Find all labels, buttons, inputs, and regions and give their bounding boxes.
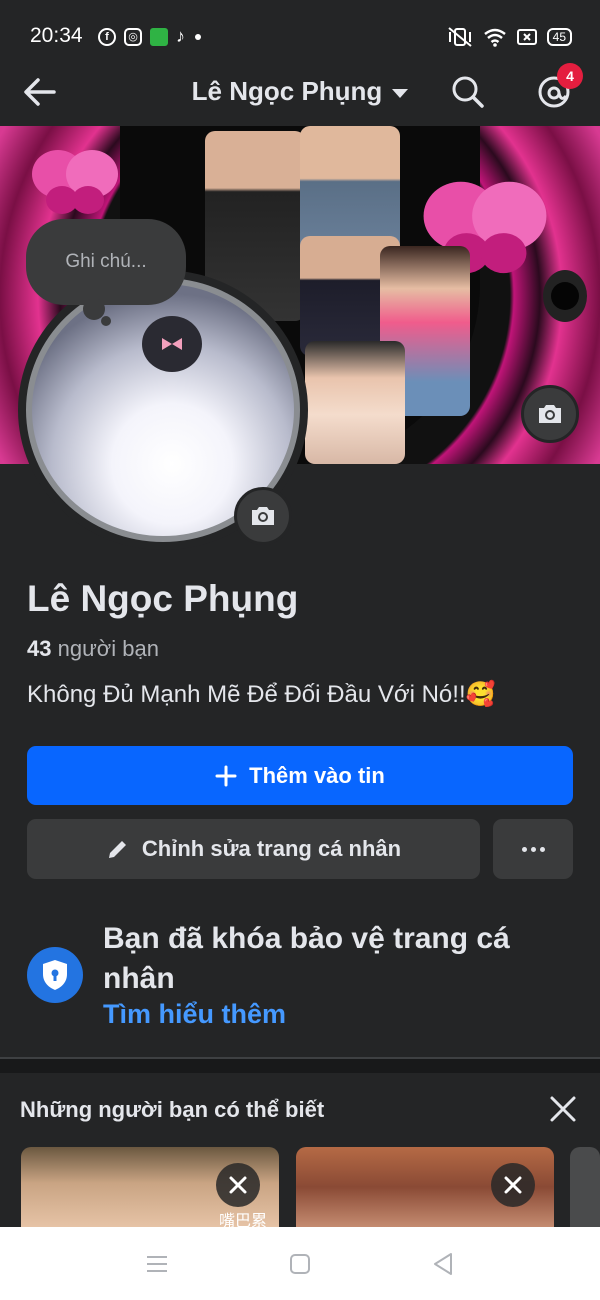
suggestion-card[interactable] (570, 1147, 600, 1227)
friends-label: người bạn (57, 636, 159, 661)
caret-down-icon (392, 88, 409, 98)
butterfly-decoration (32, 150, 118, 214)
note-bubble-tail (101, 316, 111, 326)
profile-name: Lê Ngọc Phụng (27, 578, 299, 619)
dismiss-suggestion-button[interactable] (216, 1163, 260, 1207)
close-icon[interactable] (546, 1092, 580, 1126)
search-icon[interactable] (448, 72, 488, 112)
camera-icon (539, 405, 561, 423)
recent-apps-icon[interactable] (142, 1249, 172, 1279)
card-overlay-text: 嘴巴累 (219, 1211, 268, 1227)
status-bar: 20:34 f ◎ ♪ 45 (0, 0, 600, 62)
wifi-icon (483, 28, 506, 47)
more-options-button[interactable] (493, 819, 573, 879)
mute-vibrate-icon (448, 27, 472, 47)
dismiss-suggestion-button[interactable] (491, 1163, 535, 1207)
profile-header: Lê Ngọc Phụng (0, 62, 600, 124)
avatar-camera-button[interactable] (234, 487, 292, 545)
screen-icon (516, 29, 537, 45)
status-app-icons: f ◎ ♪ (98, 26, 201, 47)
more-dot (521, 846, 527, 852)
pymk-title: Những người bạn có thể biết (20, 1097, 325, 1122)
more-dot (530, 846, 536, 852)
edit-profile-button[interactable]: Chỉnh sửa trang cá nhân (27, 819, 480, 879)
suggestion-card[interactable] (296, 1147, 554, 1227)
add-to-story-button[interactable]: Thêm vào tin (27, 746, 573, 805)
wechat-icon (150, 27, 168, 46)
home-icon[interactable] (285, 1249, 315, 1279)
profile-bio: Không Đủ Mạnh Mẽ Để Đối Đầu Với Nó!!🥰 (27, 681, 496, 708)
eye-decoration (543, 270, 587, 322)
pencil-icon (108, 841, 126, 858)
profile-lock-title: Bạn đã khóa bảo vệ trang cá nhân (103, 922, 510, 995)
status-system-icons: 45 (447, 26, 572, 48)
learn-more-link[interactable]: Tìm hiểu thêm (103, 999, 286, 1030)
note-bubble[interactable]: Ghi chú... (26, 219, 186, 305)
cover-person (305, 341, 405, 464)
plus-icon (215, 765, 237, 786)
cover-camera-button[interactable] (521, 385, 579, 443)
profile-lock-icon (27, 947, 83, 1003)
note-placeholder: Ghi chú... (65, 251, 147, 272)
system-navigation-bar (0, 1227, 600, 1300)
battery-icon: 45 (546, 28, 572, 46)
back-icon[interactable] (428, 1249, 458, 1279)
instagram-icon: ◎ (124, 27, 142, 46)
section-separator (0, 1059, 600, 1073)
header-title-text: Lê Ngọc Phụng (191, 76, 383, 106)
camera-icon (252, 507, 274, 525)
friends-count: 43 (27, 636, 52, 661)
more-notifications-icon (195, 33, 201, 40)
edit-profile-label: Chỉnh sửa trang cá nhân (141, 836, 402, 861)
add-to-story-label: Thêm vào tin (249, 762, 385, 788)
friends-count-line[interactable]: 43 người bạn (27, 636, 159, 662)
facebook-icon: f (98, 27, 116, 46)
tiktok-icon: ♪ (176, 26, 185, 46)
more-dot (539, 846, 545, 852)
close-icon (229, 1176, 247, 1194)
shield-lock-icon (43, 960, 67, 990)
hair-bow-decoration (142, 316, 202, 372)
close-icon (504, 1176, 522, 1194)
notification-badge: 4 (557, 63, 583, 89)
header-title[interactable]: Lê Ngọc Phụng (0, 76, 600, 107)
status-time: 20:34 (30, 24, 83, 47)
suggestion-card[interactable]: 嘴巴累 (21, 1147, 279, 1227)
